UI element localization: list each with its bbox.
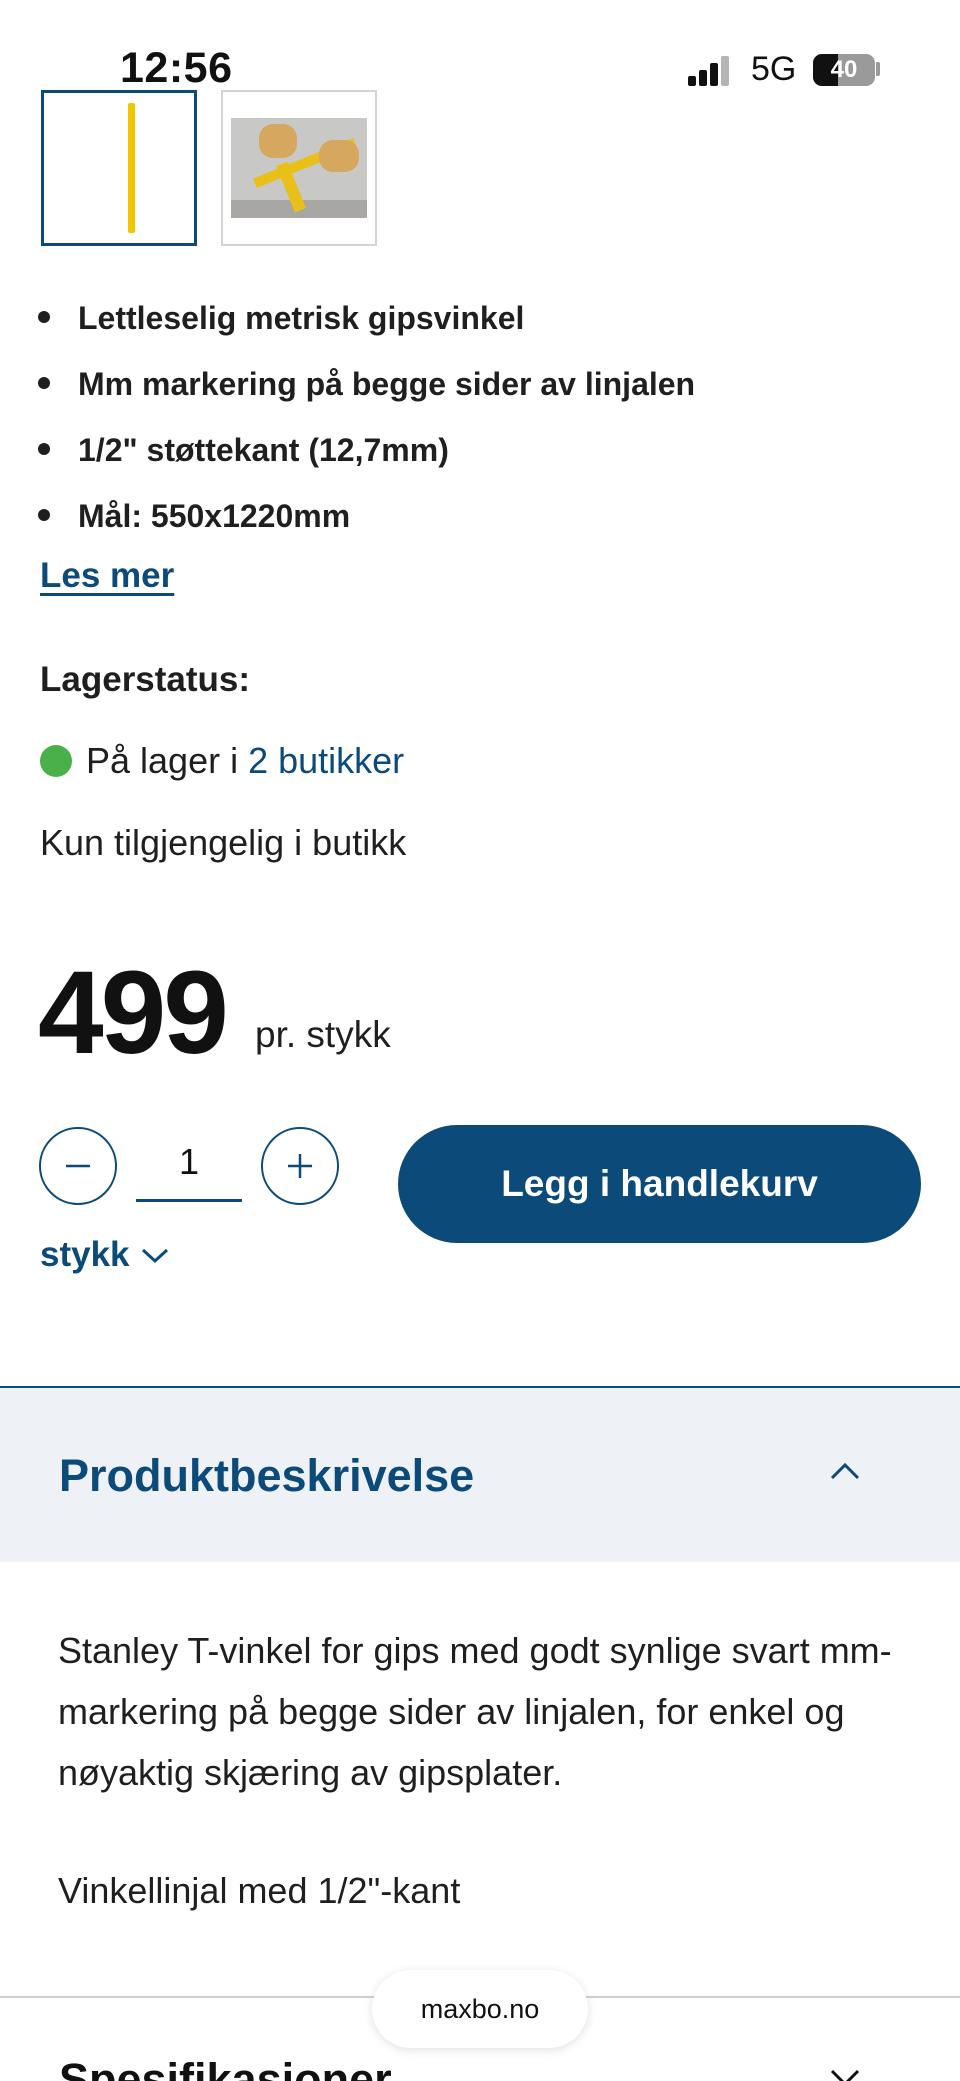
status-time: 12:56 [120, 44, 233, 92]
description-feature: Vinkellinjal med 1/2"-kant [58, 1870, 461, 1911]
thumbnail-usage[interactable] [221, 90, 377, 246]
increase-quantity-button[interactable] [261, 1127, 339, 1205]
feature-item: Mm markering på begge sider av linjalen [38, 362, 938, 428]
chevron-down-icon [141, 1248, 168, 1264]
add-to-cart-button[interactable]: Legg i handlekurv [398, 1125, 921, 1243]
product-description-accordion[interactable]: Produktbeskrivelse [0, 1386, 960, 1562]
minus-icon [66, 1164, 90, 1168]
thumbnail-product[interactable] [41, 90, 197, 246]
chevron-up-icon[interactable] [828, 1460, 862, 1482]
feature-item: 1/2" støttekant (12,7mm) [38, 428, 938, 494]
signal-icon [688, 56, 729, 86]
availability-text: Kun tilgjengelig i butikk [40, 822, 407, 863]
accordion-title: Produktbeskrivelse [59, 1450, 475, 1501]
chevron-down-icon[interactable] [828, 2066, 862, 2081]
battery-icon: 40 [813, 54, 875, 86]
unit-select-label: stykk [40, 1235, 130, 1274]
price: 499 [38, 947, 229, 1079]
ruler-image [128, 103, 135, 233]
stock-status: På lager i 2 butikker [40, 740, 404, 782]
specifications-heading[interactable]: Spesifikasjoner [59, 2054, 392, 2081]
feature-item: Mål: 550x1220mm [38, 494, 938, 560]
read-more-link[interactable]: Les mer [40, 556, 174, 596]
stock-status-text: På lager i [86, 740, 239, 781]
battery-level: 40 [830, 56, 858, 83]
plus-icon [288, 1154, 312, 1178]
price-unit: pr. stykk [255, 1014, 391, 1055]
feature-list: Lettleselig metrisk gipsvinkel Mm marker… [38, 296, 938, 560]
battery-tip [876, 62, 880, 76]
network-type: 5G [751, 50, 797, 88]
stock-title: Lagerstatus: [40, 660, 251, 699]
feature-item: Lettleselig metrisk gipsvinkel [38, 296, 938, 362]
decrease-quantity-button[interactable] [39, 1127, 117, 1205]
usage-photo [231, 118, 367, 218]
stores-link[interactable]: 2 butikker [248, 740, 404, 782]
in-stock-indicator-icon [40, 745, 72, 777]
browser-url-bar[interactable]: maxbo.no [372, 1970, 588, 2048]
unit-select[interactable]: stykk [40, 1235, 170, 1275]
description-paragraph: Stanley T-vinkel for gips med godt synli… [58, 1630, 892, 1793]
quantity-input[interactable]: 1 [136, 1127, 242, 1202]
